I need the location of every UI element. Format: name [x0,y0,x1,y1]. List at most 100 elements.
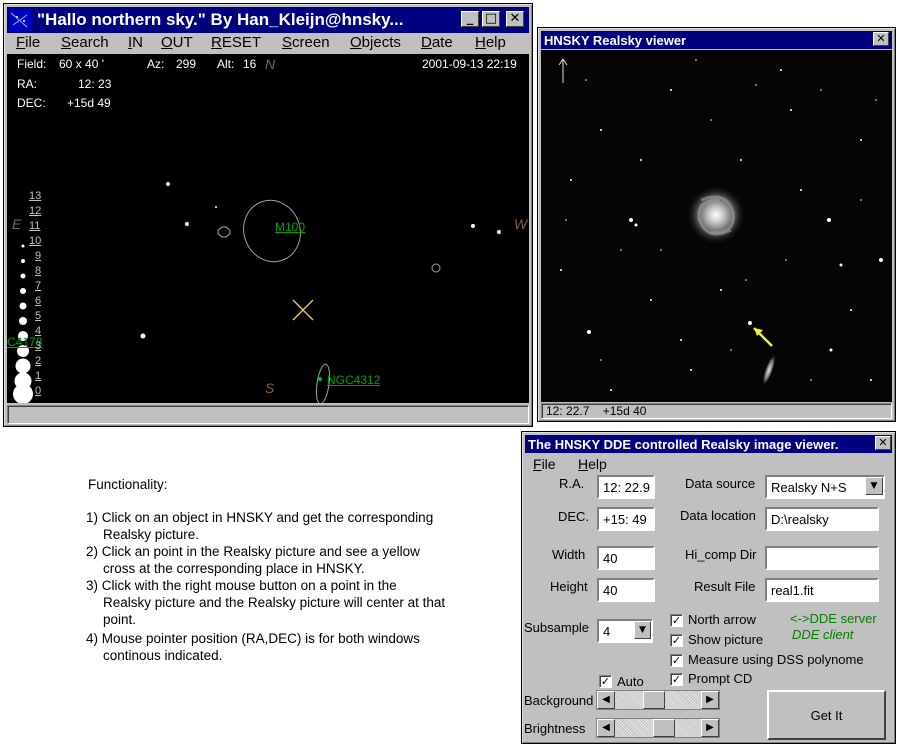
background-left-arrow[interactable]: ◀ [597,691,615,709]
mag-label: 9 [35,250,42,262]
description-line: Realsky picture and the Realsky picture … [103,595,446,610]
mag-label: 6 [35,295,42,307]
dec-label: DEC. [558,509,590,524]
brightness-left-arrow[interactable]: ◀ [597,719,615,737]
height-input[interactable]: 40 [597,578,655,602]
mag-label: 2 [35,355,42,367]
menu-date[interactable]: Date [421,34,453,51]
galaxy-small-outline-2 [431,263,441,273]
get-it-button[interactable]: Get It [767,690,886,740]
menu-screen[interactable]: Screen [282,34,330,51]
menu-reset[interactable]: RESET [211,34,261,51]
mag-label: 8 [35,265,42,277]
mag-dot [15,358,31,374]
description-line: 2) Click an point in the Realsky picture… [86,544,420,559]
star [140,333,146,339]
realsky-titlebar[interactable]: HNSKY Realsky viewer [541,31,892,49]
menu-search[interactable]: Search [61,34,109,51]
dde-title: The HNSKY DDE controlled Realsky image v… [528,436,839,452]
dde-client-label: DDE client [792,627,854,642]
m100-galaxy [686,185,746,245]
realsky-statusbar: 12: 22.7 +15d 40 [541,403,892,419]
minimize-button[interactable]: _ [461,11,479,27]
close-button[interactable]: ✕ [506,11,524,27]
brightness-slider[interactable]: ◀ ▶ [596,718,720,738]
mag-label: 4 [35,325,42,337]
menu-in[interactable]: IN [128,34,143,51]
sky-objects [13,182,501,403]
datasource-dropdown-arrow[interactable]: ▼ [865,477,883,495]
ra-label: R.A. [559,476,585,491]
auto-label[interactable]: Auto [617,674,644,689]
hnsky-title: "Hallo northern sky." By Han_Kleijn@hnsk… [37,10,404,29]
dde-menu-help[interactable]: Help [578,456,607,472]
realsky-window: HNSKY Realsky viewer ✕ 12: 22.7 +15d 40 [537,27,896,422]
hnsky-menubar: File Search IN OUT RESET Screen Objects … [7,34,529,54]
background-thumb[interactable] [643,691,665,709]
prompt-cd-label[interactable]: Prompt CD [688,671,752,686]
mag-dot [21,244,25,248]
dde-close-button[interactable]: ✕ [875,436,891,450]
subsample-select[interactable]: 4 ▼ [597,619,653,643]
background-right-arrow[interactable]: ▶ [701,691,719,709]
get-it-label: Get It [810,707,843,723]
mag-label: 11 [29,220,41,232]
ngc4312-marker [318,377,322,381]
app-icon[interactable] [9,9,31,31]
realsky-image[interactable] [541,50,892,402]
dde-titlebar[interactable]: The HNSKY DDE controlled Realsky image v… [525,435,892,453]
menu-help[interactable]: Help [475,34,506,51]
prompt-cd-checkbox[interactable]: ✓ [670,673,683,686]
hnsky-statusbar [7,405,529,424]
realsky-picture [558,58,883,391]
description-line: 1) Click on an object in HNSKY and get t… [86,510,434,525]
brightness-thumb[interactable] [653,719,675,737]
width-input[interactable]: 40 [597,546,655,570]
dde-menu-file[interactable]: File [533,456,556,472]
brightness-right-arrow[interactable]: ▶ [701,719,719,737]
star [185,222,189,226]
star [166,182,170,186]
mag-label: 7 [35,280,42,292]
hnsky-titlebar[interactable]: "Hallo northern sky." By Han_Kleijn@hnsk… [7,7,529,33]
datalocation-input[interactable]: D:\realsky [765,507,879,531]
auto-checkbox[interactable]: ✓ [599,675,612,688]
datasource-value: Realsky N+S [771,480,847,495]
datasource-select[interactable]: Realsky N+S ▼ [765,475,885,499]
mag-label: 0 [35,385,42,397]
width-label: Width [552,547,586,562]
mag-label: 13 [29,190,42,202]
height-label: Height [550,579,588,594]
sky-map[interactable]: Field: 60 x 40 ' Az: 299 Alt: 16 2001-09… [7,54,529,403]
menu-file[interactable]: File [16,34,40,51]
background-label: Background [524,693,594,708]
mag-dot [19,302,27,310]
north-arrow-label[interactable]: North arrow [688,612,756,627]
m100-label[interactable]: M100 [275,220,305,234]
realsky-close-button[interactable]: ✕ [873,32,889,46]
menu-out[interactable]: OUT [161,34,193,51]
menu-objects[interactable]: Objects [350,34,401,51]
mag-dot [13,384,33,403]
description-line: point. [103,612,137,627]
show-picture-checkbox[interactable]: ✓ [670,634,683,647]
measure-dss-checkbox[interactable]: ✓ [670,654,683,667]
mag-label: 1 [35,370,42,382]
measure-dss-label[interactable]: Measure using DSS polynome [688,652,864,667]
north-arrow-checkbox[interactable]: ✓ [670,614,683,627]
brightness-label: Brightness [524,721,586,736]
result-input[interactable]: real1.fit [765,578,879,602]
show-picture-label[interactable]: Show picture [688,632,763,647]
maximize-button[interactable]: □ [482,11,500,27]
star [497,230,501,234]
dec-input[interactable]: +15: 49 [597,507,655,531]
mag-label: 5 [35,310,42,322]
background-slider[interactable]: ◀ ▶ [596,690,720,710]
hnsky-window: "Hallo northern sky." By Han_Kleijn@hnsk… [3,3,533,427]
dde-window: The HNSKY DDE controlled Realsky image v… [521,431,896,744]
hicomp-input[interactable] [765,546,879,570]
realsky-title: HNSKY Realsky viewer [544,32,687,48]
subsample-dropdown-arrow[interactable]: ▼ [634,621,651,639]
ngc4312-label[interactable]: NGC4312 [327,373,380,387]
ra-input[interactable]: 12: 22.9 [597,475,655,499]
